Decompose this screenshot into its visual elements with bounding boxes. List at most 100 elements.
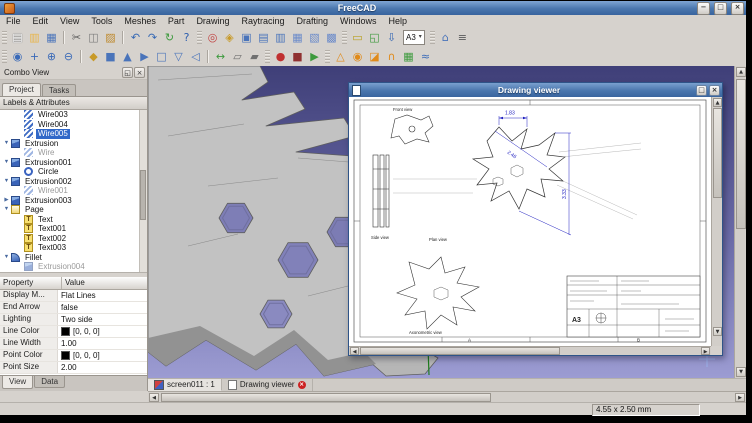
- drawing-hscroll-thumb[interactable]: [360, 347, 560, 355]
- draft-wire-icon[interactable]: ≈: [418, 49, 433, 64]
- new-document-icon[interactable]: ▤: [10, 30, 25, 45]
- tree-item-wire005[interactable]: Wire005: [0, 129, 147, 139]
- scroll-right-icon[interactable]: ▶: [701, 347, 710, 355]
- tree-item-extrusion001[interactable]: ▼Extrusion001: [0, 158, 147, 168]
- view-right-icon[interactable]: ▶: [137, 49, 152, 64]
- open-browser-icon[interactable]: ⌂: [438, 30, 453, 45]
- front-view-icon[interactable]: ▣: [239, 30, 254, 45]
- menu-edit[interactable]: Edit: [27, 15, 55, 28]
- tab-data[interactable]: Data: [34, 376, 65, 388]
- dock-close-button[interactable]: ×: [134, 67, 145, 78]
- tree-item-wire004[interactable]: Wire004: [0, 120, 147, 130]
- view-rear-icon[interactable]: □: [154, 49, 169, 64]
- toolbar-grip[interactable]: [265, 50, 270, 63]
- vert-scroll-thumb[interactable]: [736, 79, 746, 229]
- toolbar-grip[interactable]: [325, 50, 330, 63]
- dock-float-button[interactable]: ◱: [122, 67, 133, 78]
- property-row[interactable]: Display M...Flat Lines: [0, 290, 147, 302]
- drawing-viewer-window[interactable]: Drawing viewer □ × A B Front view: [348, 82, 723, 356]
- macro-play-icon[interactable]: ▶: [307, 49, 322, 64]
- mesh-import-icon[interactable]: ▦: [401, 49, 416, 64]
- expander-closed-icon[interactable]: ▶: [2, 196, 11, 206]
- scroll-left-icon[interactable]: ◀: [149, 393, 159, 402]
- drawing-page[interactable]: A B Front view Side view: [349, 97, 711, 346]
- mdi-horizontal-scrollbar[interactable]: ◀ ▶: [148, 391, 746, 402]
- part-common-icon[interactable]: ∩: [384, 49, 399, 64]
- python-console-icon[interactable]: ≡: [455, 30, 470, 45]
- toolbar-grip[interactable]: [430, 31, 435, 44]
- tab-project[interactable]: Project: [2, 83, 41, 96]
- orbit-icon[interactable]: ◉: [10, 49, 25, 64]
- tree-item-text002[interactable]: TText002: [0, 234, 147, 244]
- horiz-scroll-thumb[interactable]: [161, 393, 491, 402]
- macro-stop-icon[interactable]: ■: [290, 49, 305, 64]
- property-row[interactable]: Point Color[0, 0, 0]: [0, 350, 147, 362]
- toolbar-grip[interactable]: [197, 31, 202, 44]
- part-extrude-icon[interactable]: △: [333, 49, 348, 64]
- menu-drawing[interactable]: Drawing: [190, 15, 235, 28]
- menu-windows[interactable]: Windows: [334, 15, 383, 28]
- expander-open-icon[interactable]: ▼: [2, 139, 11, 149]
- refresh-icon[interactable]: ↻: [162, 30, 177, 45]
- whats-this-icon[interactable]: ?: [179, 30, 194, 45]
- tree-item-circle[interactable]: Circle: [0, 167, 147, 177]
- measure-distance-icon[interactable]: ↔: [213, 49, 228, 64]
- page-size-select[interactable]: A3▾: [403, 30, 425, 45]
- mdi-vertical-scrollbar[interactable]: ▲ ▼: [734, 66, 746, 378]
- drawing-close-button[interactable]: ×: [709, 85, 720, 96]
- tab-close-icon[interactable]: ×: [298, 381, 306, 389]
- tree-item-text001[interactable]: TText001: [0, 224, 147, 234]
- menu-view[interactable]: View: [54, 15, 85, 28]
- menu-help[interactable]: Help: [383, 15, 414, 28]
- expander-open-icon[interactable]: ▼: [2, 205, 11, 215]
- redo-icon[interactable]: ↷: [145, 30, 160, 45]
- menu-tools[interactable]: Tools: [85, 15, 118, 28]
- undo-icon[interactable]: ↶: [128, 30, 143, 45]
- pan-icon[interactable]: +: [27, 49, 42, 64]
- scroll-up-icon[interactable]: ▲: [713, 98, 722, 107]
- shaded-mode-icon[interactable]: ▰: [247, 49, 262, 64]
- part-fuse-icon[interactable]: ◉: [350, 49, 365, 64]
- tree-scrollbar-thumb[interactable]: [140, 170, 146, 220]
- copy-icon[interactable]: ◫: [86, 30, 101, 45]
- tree-scrollbar[interactable]: [139, 110, 147, 272]
- cut-icon[interactable]: ✂: [69, 30, 84, 45]
- property-row[interactable]: Line Color[0, 0, 0]: [0, 326, 147, 338]
- paste-icon[interactable]: ▨: [103, 30, 118, 45]
- expander-open-icon[interactable]: ▼: [2, 253, 11, 263]
- menu-file[interactable]: File: [0, 15, 27, 28]
- mdi-tab-drawing-viewer[interactable]: Drawing viewer ×: [222, 379, 313, 391]
- scroll-down-icon[interactable]: ▼: [736, 367, 746, 377]
- right-view-icon[interactable]: ▥: [273, 30, 288, 45]
- scroll-down-icon[interactable]: ▼: [713, 327, 722, 336]
- value-column-header[interactable]: Value: [62, 277, 147, 289]
- tree-item-extrusion002[interactable]: ▼Extrusion002: [0, 177, 147, 187]
- tree-item-page[interactable]: ▼Page: [0, 205, 147, 215]
- title-bar[interactable]: FreeCAD − □ ×: [0, 1, 746, 15]
- expander-open-icon[interactable]: ▼: [2, 158, 11, 168]
- minimize-button[interactable]: −: [697, 2, 710, 15]
- drawing-horizontal-scrollbar[interactable]: ◀ ▶: [349, 346, 711, 355]
- export-page-icon[interactable]: ⇩: [384, 30, 399, 45]
- expander-open-icon[interactable]: ▼: [2, 177, 11, 187]
- scroll-up-icon[interactable]: ▲: [736, 67, 746, 77]
- zoom-out-icon[interactable]: ⊖: [61, 49, 76, 64]
- tab-view[interactable]: View: [2, 376, 33, 389]
- menu-meshes[interactable]: Meshes: [118, 15, 162, 28]
- toolbar-grip[interactable]: [2, 31, 7, 44]
- insert-view-icon[interactable]: ◱: [367, 30, 382, 45]
- part-cut-icon[interactable]: ◪: [367, 49, 382, 64]
- bottom-view-icon[interactable]: ▧: [307, 30, 322, 45]
- close-button[interactable]: ×: [731, 2, 744, 15]
- wireframe-mode-icon[interactable]: ▱: [230, 49, 245, 64]
- tree-item-wire001[interactable]: Wire001: [0, 186, 147, 196]
- view-top-icon[interactable]: ▲: [120, 49, 135, 64]
- drawing-maximize-button[interactable]: □: [696, 85, 707, 96]
- view-left-icon[interactable]: ◁: [188, 49, 203, 64]
- property-row[interactable]: End Arrowfalse: [0, 302, 147, 314]
- axonometric-view-icon[interactable]: ◈: [222, 30, 237, 45]
- property-row[interactable]: Point Size2.00: [0, 362, 147, 374]
- menu-part[interactable]: Part: [162, 15, 191, 28]
- tree-item-text003[interactable]: TText003: [0, 243, 147, 253]
- property-column-header[interactable]: Property: [0, 277, 62, 289]
